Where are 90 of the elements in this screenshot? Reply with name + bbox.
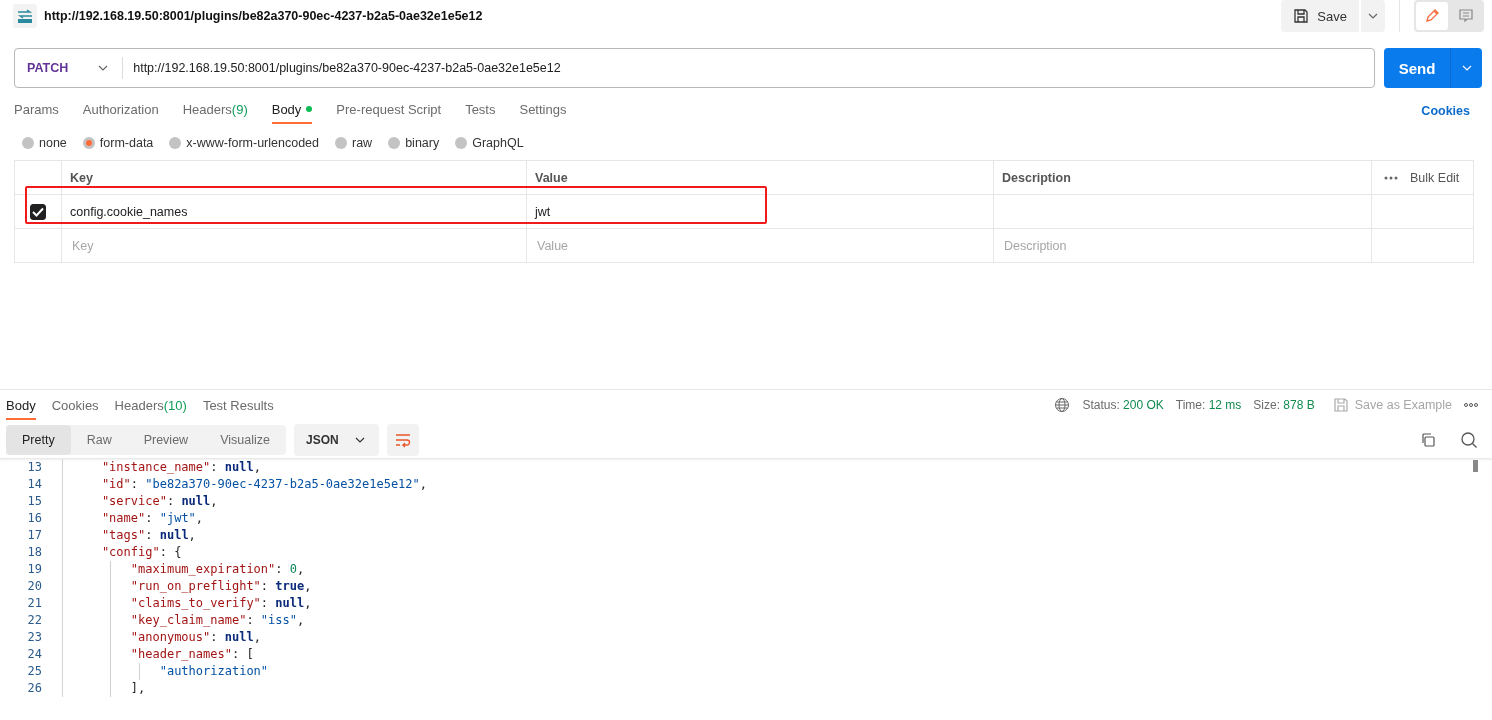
value-field[interactable]: Value (535, 237, 985, 254)
table-cell: config.cookie_names (70, 204, 188, 219)
checkbox[interactable] (30, 203, 46, 220)
tab[interactable]: Settings (519, 94, 567, 124)
save-icon (1293, 8, 1310, 24)
code-line: "instance_name": null, (100, 459, 261, 476)
column-header: Value (535, 170, 568, 185)
radio-label[interactable]: binary (405, 136, 440, 150)
more-icon[interactable] (1464, 402, 1478, 408)
line-number: 20 (0, 578, 63, 595)
line-number: 18 (0, 544, 63, 561)
scrollbar[interactable] (1473, 460, 1478, 472)
table-cell: jwt (535, 204, 551, 219)
line-number: 21 (0, 595, 63, 612)
send-button[interactable]: Send (1384, 48, 1450, 88)
tab[interactable]: Authorization (82, 94, 159, 124)
radio-label[interactable]: none (39, 136, 67, 150)
cookies-link[interactable]: Cookies (1421, 94, 1470, 126)
tab[interactable]: Body (271, 94, 313, 124)
radio-button[interactable] (82, 137, 95, 149)
code-line: "config": { (100, 544, 182, 561)
code-line: ], (63, 680, 146, 697)
line-number: 15 (0, 493, 63, 510)
tab[interactable]: Headers(10) (114, 390, 187, 420)
pencil-icon (1424, 8, 1440, 24)
response-stat: Status: 200 OK (1082, 398, 1164, 412)
edit-mode-button[interactable] (1416, 2, 1448, 30)
line-number: 22 (0, 612, 63, 629)
line-number: 23 (0, 629, 63, 646)
http-icon (13, 4, 37, 28)
code-line: "key_claim_name": "iss", (63, 612, 305, 629)
search-icon[interactable] (1460, 431, 1478, 449)
wrap-lines-button[interactable] (386, 424, 419, 456)
code-line: "run_on_preflight": true, (63, 578, 312, 595)
radio-button[interactable] (22, 137, 34, 149)
code-line: "tags": null, (100, 527, 196, 544)
line-number: 13 (0, 459, 63, 476)
radio-label[interactable]: form-data (99, 136, 154, 150)
response-stat: Size: 878 B (1253, 398, 1315, 412)
tab[interactable]: Test Results (202, 390, 274, 420)
send-dropdown[interactable] (1450, 48, 1482, 88)
column-header: Key (70, 170, 93, 185)
radio-label[interactable]: GraphQL (472, 136, 524, 150)
code-line: "claims_to_verify": null, (63, 595, 312, 612)
line-number: 16 (0, 510, 63, 527)
url-field[interactable]: PATCH http://192.168.19.50:8001/plugins/be82a370-90ec-4237-b2a5-0ae32e1e5e12 (14, 48, 1375, 88)
view-mode-tab[interactable]: Pretty (6, 425, 71, 455)
more-icon[interactable] (1384, 174, 1398, 181)
radio-button[interactable] (169, 137, 182, 149)
radio-label[interactable]: raw (352, 136, 373, 150)
save-dropdown[interactable] (1361, 0, 1385, 32)
code-line: "id": "be82a370-90ec-4237-b2a5-0ae32e1e5e12", (100, 476, 428, 493)
code-line: "header_names": [ (63, 646, 254, 663)
tab[interactable]: Cookies (51, 390, 99, 420)
code-line: "service": null, (100, 493, 218, 510)
tab[interactable]: Body (6, 390, 36, 420)
view-mode-tab[interactable]: Preview (127, 425, 205, 455)
bulk-edit-button[interactable]: Bulk Edit (1410, 170, 1460, 185)
description-field[interactable]: Description (1002, 237, 1363, 254)
comment-icon (1458, 8, 1474, 24)
radio-label[interactable]: x-www-form-urlencoded (186, 136, 319, 150)
radio-button[interactable] (388, 137, 401, 149)
radio-button[interactable] (335, 137, 347, 149)
save-button[interactable]: Save (1281, 0, 1359, 32)
code-line: "maximum_expiration": 0, (63, 561, 305, 578)
view-mode-tab[interactable]: Raw (70, 425, 128, 455)
radio-button[interactable] (455, 137, 468, 149)
save-icon (1332, 397, 1349, 413)
globe-icon (1054, 397, 1071, 413)
response-stat: Time: 12 ms (1175, 398, 1242, 412)
column-header: Description (1002, 170, 1071, 185)
request-title: http://192.168.19.50:8001/plugins/be82a370-90ec-4237-b2a5-0ae32e1e5e12 (44, 9, 483, 23)
line-number: 25 (0, 663, 63, 680)
line-number: 17 (0, 527, 63, 544)
copy-icon[interactable] (1420, 432, 1436, 448)
key-field[interactable]: Key (70, 237, 518, 254)
tab[interactable]: Tests (465, 94, 496, 124)
code-line: "name": "jwt", (100, 510, 204, 527)
wrap-icon (393, 432, 412, 448)
line-number: 24 (0, 646, 63, 663)
line-number: 19 (0, 561, 63, 578)
code-line: "anonymous": null, (63, 629, 261, 646)
tab[interactable]: Params (14, 94, 59, 124)
line-number: 26 (0, 680, 63, 697)
format-dropdown[interactable]: JSON (293, 424, 379, 456)
code-line: "authorization" (63, 663, 269, 680)
line-number: 14 (0, 476, 63, 493)
tab[interactable]: Headers(9) (182, 94, 248, 124)
tab[interactable]: Pre-request Script (336, 94, 442, 124)
view-mode-tab[interactable]: Visualize (204, 425, 286, 455)
